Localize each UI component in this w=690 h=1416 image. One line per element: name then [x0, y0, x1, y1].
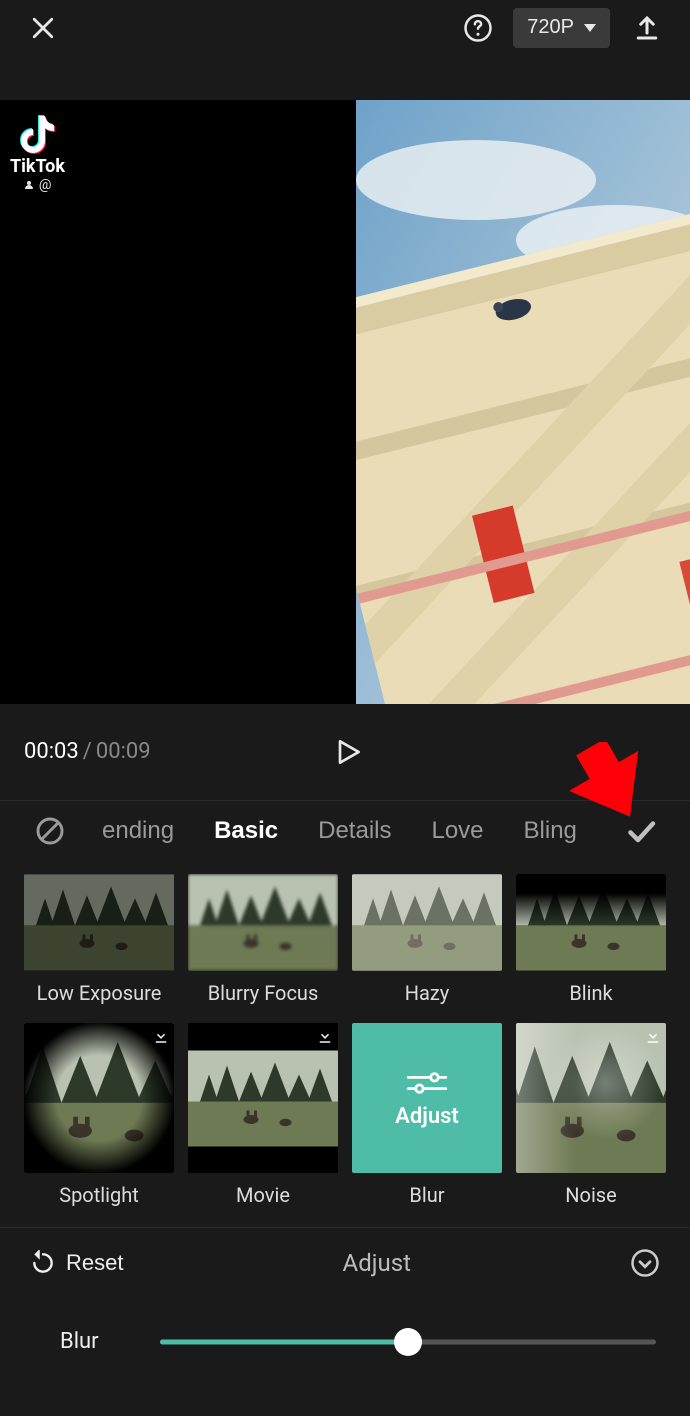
effect-label: Movie: [236, 1183, 290, 1207]
video-preview[interactable]: TikTok @: [0, 100, 690, 704]
tab-details[interactable]: Details: [316, 813, 393, 849]
export-icon: [632, 13, 662, 43]
adjust-tile[interactable]: Adjust: [352, 1023, 502, 1173]
effect-blink[interactable]: Blink: [516, 874, 666, 1005]
effect-thumb: [188, 1046, 338, 1151]
help-button[interactable]: [455, 5, 501, 51]
effect-hazy[interactable]: Hazy: [352, 874, 502, 1005]
tiktok-brand-text: TikTok: [10, 156, 65, 177]
effect-label: Noise: [565, 1183, 616, 1207]
slider-label: Blur: [60, 1329, 120, 1354]
tab-ending[interactable]: ending: [100, 813, 176, 849]
no-effect-button[interactable]: [26, 807, 74, 855]
help-icon: [463, 13, 493, 43]
tab-love[interactable]: Love: [429, 813, 485, 849]
download-icon: [644, 1027, 662, 1045]
reset-icon: [30, 1250, 56, 1276]
tiktok-user-handle: @: [23, 177, 51, 193]
tab-basic[interactable]: Basic: [212, 813, 280, 849]
effect-label: Low Exposure: [37, 981, 162, 1005]
effect-movie[interactable]: Movie: [188, 1023, 338, 1207]
sliders-icon: [404, 1068, 450, 1098]
resolution-dropdown[interactable]: 720P: [513, 8, 610, 48]
no-effect-icon: [34, 815, 66, 847]
resolution-label: 720P: [527, 16, 574, 39]
adjust-panel-title: Adjust: [129, 1249, 624, 1277]
duration: 00:09: [96, 739, 151, 764]
preview-segment-right: [356, 100, 690, 704]
export-button[interactable]: [624, 5, 670, 51]
close-icon: [28, 13, 58, 43]
effect-spotlight[interactable]: Spotlight: [24, 1023, 174, 1207]
adjust-tile-label: Adjust: [395, 1104, 459, 1129]
close-button[interactable]: [20, 5, 66, 51]
download-icon: [316, 1027, 334, 1045]
collapse-button[interactable]: [624, 1247, 666, 1279]
effect-blur[interactable]: Adjust Blur: [352, 1023, 502, 1207]
blur-slider[interactable]: [160, 1328, 656, 1356]
chevron-down-icon: [584, 24, 596, 32]
tiktok-watermark: TikTok @: [10, 110, 65, 193]
effect-label: Spotlight: [59, 1183, 139, 1207]
effect-low-exposure[interactable]: Low Exposure: [24, 874, 174, 1005]
reset-label: Reset: [66, 1250, 123, 1276]
chevron-down-circle-icon: [630, 1248, 660, 1278]
effect-blurry-focus[interactable]: Blurry Focus: [188, 874, 338, 1005]
effect-thumb: [188, 874, 338, 971]
time-display: 00:03/00:09: [24, 739, 151, 764]
play-button[interactable]: [324, 726, 372, 778]
reset-button[interactable]: Reset: [24, 1249, 129, 1277]
effect-label: Blink: [569, 981, 612, 1005]
play-icon: [332, 734, 364, 770]
download-icon: [152, 1027, 170, 1045]
effect-label: Blur: [409, 1183, 444, 1207]
effect-label: Hazy: [405, 981, 450, 1005]
effect-noise[interactable]: Noise: [516, 1023, 666, 1207]
preview-segment-left: TikTok @: [0, 100, 356, 704]
annotation-arrow: [570, 742, 650, 822]
effect-label: Blurry Focus: [208, 981, 319, 1005]
user-icon: [23, 179, 35, 191]
tiktok-logo-icon: [13, 110, 61, 158]
current-time: 00:03: [24, 739, 79, 764]
